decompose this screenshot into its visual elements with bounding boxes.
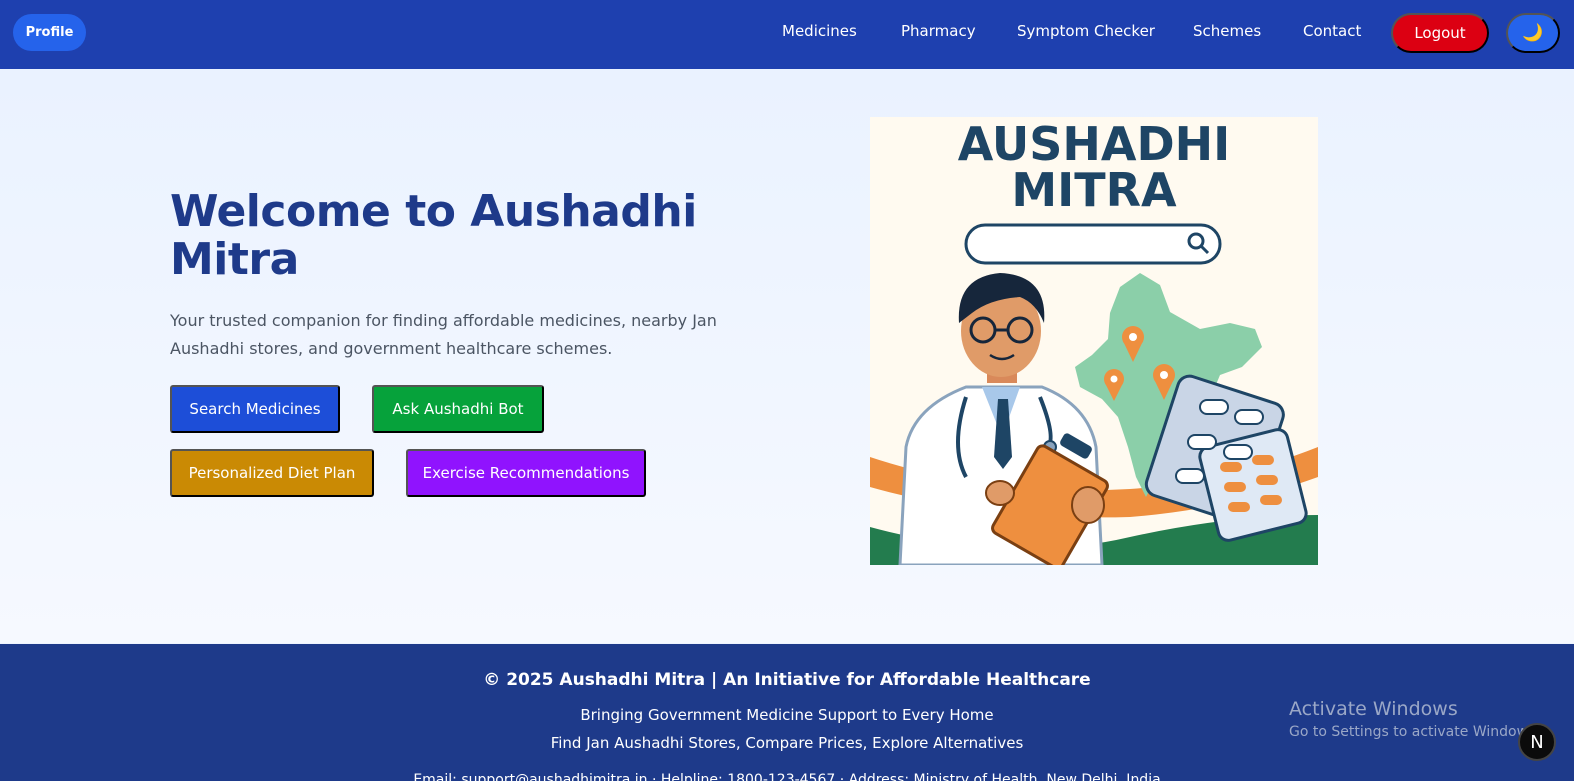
logout-button[interactable]: Logout [1391,13,1489,53]
doctor-figure [898,273,1109,565]
theme-toggle-button[interactable]: 🌙 [1506,13,1560,53]
illustration-search-bar [964,223,1222,265]
n-badge-icon[interactable]: N [1518,723,1556,761]
nav-link-pharmacy[interactable]: Pharmacy [901,22,976,40]
nav-link-contact[interactable]: Contact [1303,22,1361,40]
nav-link-medicines[interactable]: Medicines [782,22,857,40]
hero-illustration: AUSHADHI MITRA [870,117,1318,565]
moon-icon: 🌙 [1522,23,1544,42]
hero-title: Welcome to Aushadhi Mitra [170,186,697,285]
windows-activation-watermark: Activate Windows Go to Settings to activ… [1289,698,1540,740]
top-navbar: Profile Medicines Pharmacy Symptom Check… [0,0,1574,69]
footer-contact-info: Email: support@aushadhimitra.in · Helpli… [413,772,1161,781]
nav-link-symptom-checker[interactable]: Symptom Checker [1017,22,1155,40]
illustration-artwork [870,223,1318,565]
diet-plan-button[interactable]: Personalized Diet Plan [170,449,374,497]
footer-title: © 2025 Aushadhi Mitra | An Initiative fo… [483,670,1091,690]
ask-bot-button[interactable]: Ask Aushadhi Bot [372,385,544,433]
nav-link-schemes[interactable]: Schemes [1193,22,1261,40]
search-medicines-button[interactable]: Search Medicines [170,385,340,433]
exercise-recommendations-button[interactable]: Exercise Recommendations [406,449,646,497]
hero-subtitle: Your trusted companion for finding affor… [170,311,717,358]
profile-button[interactable]: Profile [13,14,86,51]
